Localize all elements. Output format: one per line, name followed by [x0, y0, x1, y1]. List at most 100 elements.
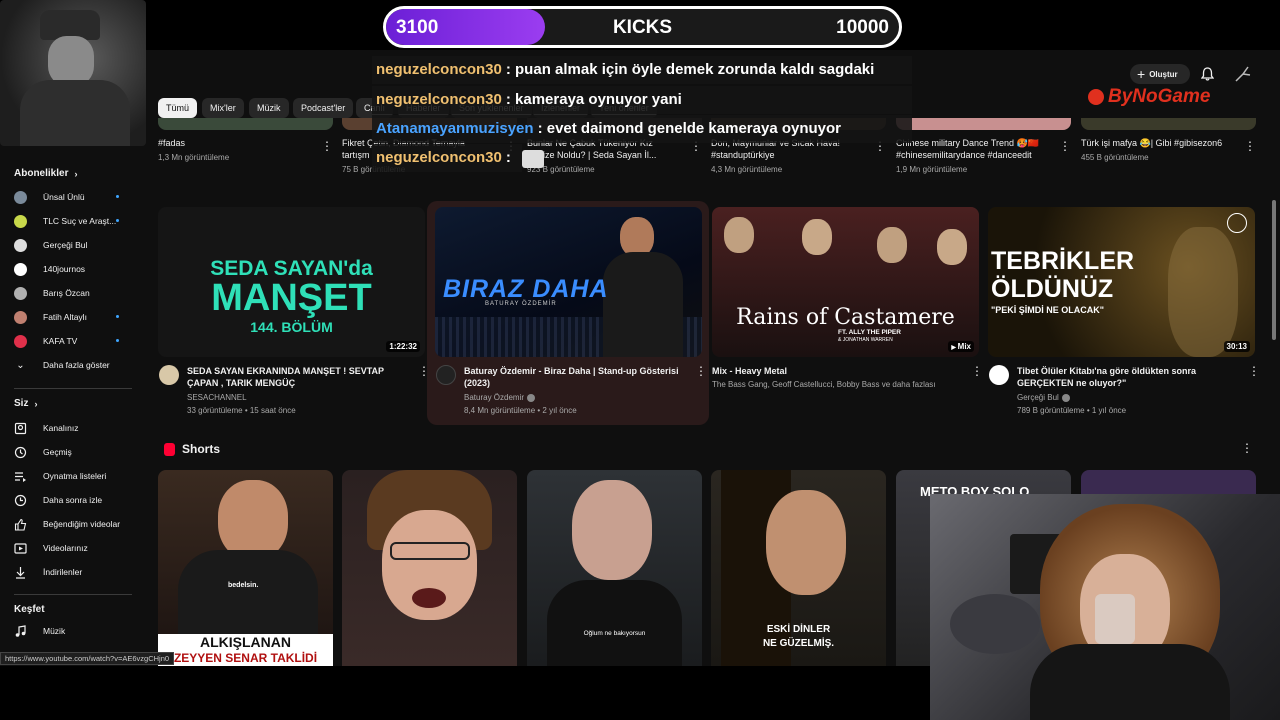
plus-icon: +	[1137, 66, 1146, 82]
short-caption: NE GÜZELMİŞ.	[762, 638, 835, 649]
video-title[interactable]: SEDA SAYAN EKRANINDA MANŞET ! SEVTAP ÇAP…	[187, 365, 407, 389]
sidebar-divider	[14, 594, 132, 595]
channel-avatar[interactable]	[436, 365, 456, 385]
shorts-logo-icon	[164, 442, 175, 456]
thumbnail-text: BATURAY ÖZDEMİR	[485, 301, 557, 307]
thumbs-up-icon	[14, 518, 27, 531]
channel-avatar[interactable]	[989, 365, 1009, 385]
your-videos-icon	[14, 542, 27, 555]
sidebar-subscription[interactable]: Barış Özcan	[14, 283, 90, 303]
music-note-icon	[14, 624, 27, 638]
sidebar-item-label: Fatih Altaylı	[43, 312, 87, 322]
channel-avatar	[14, 334, 27, 348]
short-caption: bedelsin.	[228, 582, 259, 589]
new-content-dot	[116, 195, 119, 198]
video-title[interactable]: Mix - Heavy Metal	[712, 365, 962, 377]
video-thumbnail[interactable]: Rains of Castamere FT. ALLY THE PIPER & …	[712, 207, 979, 357]
channel-name[interactable]: SESACHANNEL	[187, 391, 247, 404]
more-options-icon[interactable]: ⋮	[1059, 140, 1071, 152]
channel-name[interactable]: The Bass Gang, Geoff Castellucci, Bobby …	[712, 378, 936, 391]
sidebar-item-label: İndirilenler	[43, 567, 83, 577]
video-thumbnail[interactable]	[158, 118, 333, 130]
video-title[interactable]: Chinese military Dance Trend 🥵🇨🇳	[896, 138, 1039, 149]
chat-message: neguzelconcon30:	[372, 144, 522, 172]
sidebar-item[interactable]: Geçmiş	[14, 442, 72, 462]
chat-username: neguzelconcon30	[376, 61, 502, 78]
short-thumbnail[interactable]: bedelsin. ALKIŞLANAN ZEYYEN SENAR TAKLİD…	[158, 470, 333, 666]
video-title[interactable]: #chinesemilitarydance #danceedit	[896, 150, 1032, 160]
more-options-icon[interactable]: ⋮	[418, 365, 430, 377]
video-title[interactable]: m Size Noldu? | Seda Sayan İl...	[527, 150, 656, 160]
short-thumbnail[interactable]: ESKİ DİNLER NE GÜZELMİŞ.	[711, 470, 886, 666]
more-options-icon[interactable]: ⋮	[971, 365, 983, 377]
filter-chip[interactable]: Tümü	[158, 98, 198, 118]
video-title[interactable]: #fadas	[158, 138, 185, 148]
sidebar-item-label: KAFA TV	[43, 336, 78, 346]
page-scrollbar[interactable]	[1272, 200, 1276, 340]
channel-name-row[interactable]: Baturay Özdemir	[464, 391, 536, 404]
history-icon	[14, 446, 27, 459]
thumbnail-text: TEBRİKLER	[991, 247, 1135, 275]
video-title[interactable]: #standuptürkiye	[711, 150, 775, 160]
more-options-icon[interactable]: ⋮	[321, 140, 333, 152]
video-stats: 1,3 Mn görüntüleme	[158, 153, 230, 162]
channel-name: Gerçeği Bul	[1017, 393, 1059, 402]
sidebar-subscription[interactable]: TLC Suç ve Araşt...	[14, 211, 116, 231]
brand-name: ByNoGame	[1108, 86, 1211, 107]
sidebar-subscription[interactable]: 140journos	[14, 259, 85, 279]
filter-chip[interactable]: Podcast'ler	[293, 98, 354, 118]
video-title[interactable]: Tibet Ölüler Kitabı'na göre öldükten son…	[1017, 365, 1237, 389]
stream-frame: m TR + Oluştur ByNoGame TümüMix'lerMüzik…	[0, 0, 1280, 720]
kicks-progress-bar: 3100 KICKS 10000	[383, 6, 902, 48]
video-title[interactable]: Türk işi mafya 😂| Gibi #gibisezon6	[1081, 138, 1222, 149]
sidebar-subscription[interactable]: KAFA TV	[14, 331, 77, 351]
you-header[interactable]: Siz ›	[14, 398, 37, 409]
sidebar-item-label: Barış Özcan	[43, 288, 90, 298]
more-options-icon[interactable]: ⋮	[695, 365, 707, 377]
video-thumbnail[interactable]: SEDA SAYAN'da MANŞET 144. BÖLÜM 1:22:32	[158, 207, 425, 357]
video-title[interactable]: Baturay Özdemir - Biraz Daha | Stand-up …	[464, 365, 689, 389]
sidebar-item[interactable]: İndirilenler	[14, 562, 82, 582]
sidebar-item[interactable]: Kanalınız	[14, 418, 78, 438]
filter-chip[interactable]: Müzik	[249, 98, 289, 118]
sidebar-item[interactable]: Oynatma listeleri	[14, 466, 106, 486]
sidebar-subscription[interactable]: Ünsal Ünlü	[14, 187, 85, 207]
sidebar-item-label: Kanalınız	[43, 423, 79, 433]
sidebar-item[interactable]: Müzik	[14, 621, 65, 641]
more-options-icon[interactable]: ⋮	[1241, 442, 1253, 454]
sidebar-item[interactable]: Daha sonra izle	[14, 490, 102, 510]
short-banner: ALKIŞLANAN	[200, 634, 291, 650]
channel-avatar	[14, 214, 27, 228]
sidebar-subscription[interactable]: Gerçeği Bul	[14, 235, 87, 255]
video-thumbnail[interactable]: TEBRİKLER ÖLDÜNÜZ "PEKİ ŞİMDİ NE OLACAK"…	[988, 207, 1255, 357]
video-stats: 8,4 Mn görüntüleme • 2 yıl önce	[464, 406, 577, 415]
more-options-icon[interactable]: ⋮	[1244, 140, 1256, 152]
sidebar-item-label: Müzik	[43, 626, 66, 636]
short-thumbnail[interactable]	[342, 470, 517, 666]
sidebar-item[interactable]: Beğendiğim videolar	[14, 514, 120, 534]
thumbnail-text: Rains of Castamere	[736, 305, 955, 330]
video-thumbnail[interactable]	[896, 118, 1071, 130]
duration-badge: 30:13	[1223, 341, 1250, 352]
webcam-feed	[930, 494, 1280, 720]
filter-chip[interactable]: Mix'ler	[202, 98, 244, 118]
account-avatar-icon[interactable]	[1234, 65, 1252, 83]
new-content-dot	[116, 315, 119, 318]
more-options-icon[interactable]: ⋮	[1248, 365, 1260, 377]
short-thumbnail[interactable]: Oğlum ne bakıyorsun	[527, 470, 702, 666]
show-more-button[interactable]: ⌄ Daha fazla göster	[14, 355, 109, 375]
thumbnail-text: MANŞET	[211, 277, 372, 319]
video-title[interactable]: tartışm	[342, 150, 370, 160]
brand-logo-icon	[1088, 89, 1104, 105]
channel-avatar[interactable]	[159, 365, 179, 385]
notifications-bell-icon[interactable]	[1201, 67, 1214, 81]
channel-name-row[interactable]: Gerçeği Bul	[1017, 391, 1070, 404]
sidebar-subscription[interactable]: Fatih Altaylı	[14, 307, 87, 327]
thumbnail-text: ÖLDÜNÜZ	[991, 275, 1114, 303]
sidebar-item[interactable]: Videolarınız	[14, 538, 88, 558]
channel-avatar	[14, 286, 27, 300]
video-thumbnail[interactable]	[1081, 118, 1256, 130]
video-thumbnail[interactable]: BIRAZ DAHA BATURAY ÖZDEMİR	[435, 207, 702, 357]
create-button[interactable]: + Oluştur	[1130, 64, 1190, 84]
subscriptions-header[interactable]: Abonelikler ›	[14, 168, 77, 179]
